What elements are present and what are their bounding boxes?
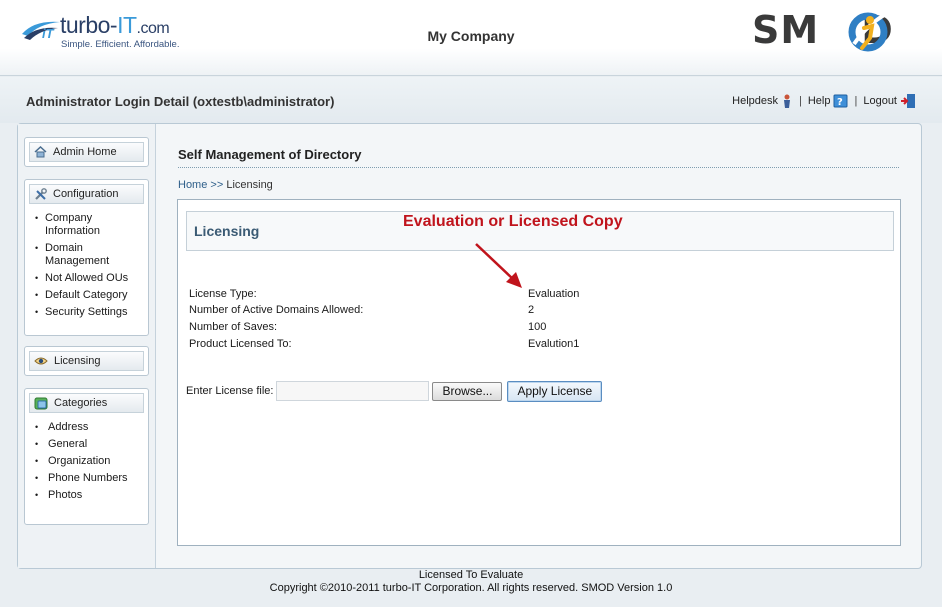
info-label: Number of Saves: — [189, 321, 278, 333]
configuration-list: Company Information Domain Management No… — [25, 204, 148, 327]
licensing-panel — [177, 199, 901, 546]
house-icon — [34, 146, 47, 158]
info-row-number-of-saves: Number of Saves: 100 — [189, 321, 689, 335]
info-value: 2 — [528, 304, 535, 316]
category-item-general[interactable]: General — [35, 438, 144, 451]
info-label: Number of Active Domains Allowed: — [189, 304, 364, 316]
category-item-organization[interactable]: Organization — [35, 455, 144, 468]
info-label: Product Licensed To: — [189, 338, 292, 350]
config-item-not-allowed-ous[interactable]: Not Allowed OUs — [35, 272, 144, 285]
license-file-label: Enter License file: — [186, 385, 274, 397]
category-item-phone-numbers[interactable]: Phone Numbers — [35, 472, 144, 485]
config-item-default-category[interactable]: Default Category — [35, 289, 144, 302]
breadcrumb-separator: >> — [210, 179, 224, 191]
licensing-label: Licensing — [54, 355, 101, 367]
category-item-address[interactable]: Address — [35, 421, 144, 434]
info-row-active-domains: Number of Active Domains Allowed: 2 — [189, 304, 689, 318]
breadcrumb-current: Licensing — [226, 179, 273, 191]
helpdesk-link[interactable]: Helpdesk — [732, 94, 793, 108]
login-bar: Administrator Login Detail (oxtestb\admi… — [0, 77, 942, 123]
licensing-panel-title: Licensing — [194, 223, 260, 239]
admin-home-box: Admin Home — [24, 137, 149, 167]
categories-icon — [34, 397, 48, 409]
configuration-label: Configuration — [53, 188, 119, 200]
config-item-company-information[interactable]: Company Information — [35, 212, 144, 238]
page-header: iT turbo-IT.com Simple. Efficient. Affor… — [0, 0, 942, 76]
page-title: Self Management of Directory — [178, 147, 362, 162]
license-file-input[interactable] — [276, 381, 430, 401]
categories-list: Address General Organization Phone Numbe… — [25, 413, 148, 510]
config-item-domain-management[interactable]: Domain Management — [35, 242, 144, 268]
helpdesk-label: Helpdesk — [732, 95, 778, 107]
help-book-icon: ? — [833, 94, 848, 108]
configuration-header[interactable]: Configuration — [29, 184, 144, 204]
link-separator: | — [799, 95, 802, 107]
annotation-text: Evaluation or Licensed Copy — [403, 213, 623, 230]
apply-license-button[interactable]: Apply License — [507, 380, 603, 402]
info-value: Evalution1 — [528, 338, 580, 350]
info-row-license-type: License Type: Evaluation — [189, 288, 689, 302]
configuration-box: Configuration Company Information Domain… — [24, 179, 149, 336]
help-label: Help — [807, 95, 831, 107]
footer-copyright: Copyright ©2010-2011 turbo-IT Corporatio… — [269, 582, 673, 594]
svg-text:?: ? — [837, 97, 843, 108]
top-links: Helpdesk | Help ? | Logout — [732, 94, 916, 108]
categories-box: Categories Address General Organization … — [24, 388, 149, 525]
admin-home-label: Admin Home — [53, 146, 117, 158]
breadcrumb-home-link[interactable]: Home — [178, 179, 207, 191]
link-separator: | — [854, 95, 858, 107]
title-divider — [178, 167, 899, 168]
info-label: License Type: — [189, 288, 257, 300]
logout-door-icon — [901, 94, 915, 108]
info-value: Evaluation — [528, 288, 580, 300]
config-item-security-settings[interactable]: Security Settings — [35, 306, 144, 319]
categories-label: Categories — [54, 397, 108, 409]
smod-logo[interactable]: SM D — [752, 8, 932, 54]
category-item-photos[interactable]: Photos — [35, 489, 144, 502]
breadcrumb: Home >> Licensing — [178, 179, 273, 191]
licensing-box: Licensing — [24, 346, 149, 376]
licensing-button[interactable]: Licensing — [29, 351, 144, 371]
login-detail-title: Administrator Login Detail (oxtestb\admi… — [26, 94, 335, 109]
info-value: 100 — [528, 321, 547, 333]
smod-o-figure-icon — [848, 12, 888, 52]
categories-header[interactable]: Categories — [29, 393, 144, 413]
license-file-row: Enter License file: Browse... Apply Lice… — [186, 380, 603, 402]
eye-icon — [34, 357, 48, 365]
tools-icon — [35, 187, 47, 200]
annotation-arrow-icon — [475, 243, 522, 288]
admin-home-button[interactable]: Admin Home — [29, 142, 144, 162]
footer-license-status: Licensed To Evaluate — [418, 569, 524, 581]
logout-label: Logout — [863, 95, 897, 107]
info-row-product-licensed-to: Product Licensed To: Evalution1 — [189, 338, 689, 352]
logout-link[interactable]: Logout — [863, 94, 916, 108]
person-icon — [784, 94, 790, 108]
browse-button[interactable]: Browse... — [432, 381, 503, 401]
page-footer: Licensed To Evaluate Copyright ©2010-201… — [0, 569, 942, 595]
smod-pre: SM — [752, 8, 820, 52]
help-link[interactable]: Help ? — [808, 94, 849, 108]
